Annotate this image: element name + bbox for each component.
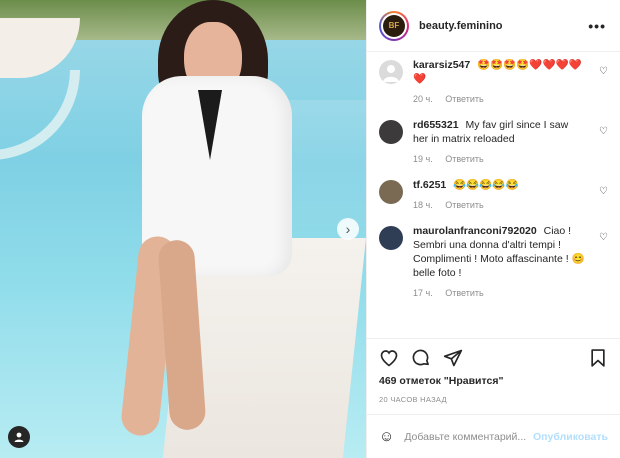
comment-username[interactable]: maurolanfranconi792020: [413, 225, 537, 237]
share-icon[interactable]: [443, 348, 463, 368]
next-photo-button[interactable]: ›: [337, 218, 359, 240]
comment-icon[interactable]: [411, 348, 431, 368]
commenter-avatar[interactable]: [379, 180, 403, 204]
comment-meta: 20 ч. Ответить: [413, 94, 586, 104]
more-horizontal-icon[interactable]: •••: [588, 18, 606, 34]
comment-item: tf.6251 😂😂😂😂😂 18 ч. Ответить ♡: [379, 178, 608, 210]
heart-icon[interactable]: [379, 348, 399, 368]
comment-text-container: kararsiz547 🤩🤩🤩🤩❤️❤️❤️❤️❤️: [413, 58, 586, 86]
comment-reply-button[interactable]: Ответить: [445, 200, 483, 210]
comment-time[interactable]: 18 ч.: [413, 200, 433, 210]
comment-text: 😂😂😂😂😂: [453, 179, 519, 191]
comment-reply-button[interactable]: Ответить: [445, 288, 483, 298]
tagged-users-button[interactable]: [8, 426, 30, 448]
account-avatar-image: BF: [383, 14, 405, 37]
publish-button[interactable]: Опубликовать: [533, 431, 608, 443]
comment-reply-button[interactable]: Ответить: [445, 94, 483, 104]
comment-username[interactable]: rd655321: [413, 119, 459, 131]
comment-text-container: rd655321 My fav girl since I saw her in …: [413, 118, 586, 146]
heart-icon[interactable]: ♡: [599, 232, 608, 243]
commenter-avatar[interactable]: [379, 226, 403, 250]
account-name[interactable]: beauty.feminino: [419, 20, 588, 32]
chevron-right-icon: ›: [345, 221, 351, 237]
add-comment-bar: ☺ Опубликовать: [367, 414, 620, 458]
post-header: BF beauty.feminino •••: [367, 0, 620, 52]
comment-item: maurolanfranconi792020 Ciao ! Sembri una…: [379, 224, 608, 298]
instagram-post: › BF beauty.feminino ••• kararsiz547 🤩🤩🤩…: [0, 0, 620, 458]
heart-icon[interactable]: ♡: [599, 126, 608, 137]
comment-time[interactable]: 19 ч.: [413, 154, 433, 164]
comment-meta: 18 ч. Ответить: [413, 200, 586, 210]
post-photo[interactable]: ›: [0, 0, 366, 458]
comment-text-container: tf.6251 😂😂😂😂😂: [413, 178, 586, 192]
comment-username[interactable]: kararsiz547: [413, 59, 470, 71]
comment-time[interactable]: 17 ч.: [413, 288, 433, 298]
heart-icon[interactable]: ♡: [599, 66, 608, 77]
comment-time[interactable]: 20 ч.: [413, 94, 433, 104]
commenter-avatar[interactable]: [379, 60, 403, 84]
user-icon: [14, 432, 24, 442]
comment-meta: 17 ч. Ответить: [413, 288, 586, 298]
action-icons-row: [379, 345, 608, 371]
post-time-ago[interactable]: 20 ЧАСОВ НАЗАД: [379, 395, 608, 404]
comment-reply-button[interactable]: Ответить: [445, 154, 483, 164]
comment-username[interactable]: tf.6251: [413, 179, 446, 191]
commenter-avatar[interactable]: [379, 120, 403, 144]
photo-water-reflection: [0, 70, 80, 160]
default-user-icon: [383, 65, 399, 82]
comment-item: rd655321 My fav girl since I saw her in …: [379, 118, 608, 164]
likes-count[interactable]: 469 отметок "Нравится": [379, 375, 608, 387]
comment-meta: 19 ч. Ответить: [413, 154, 586, 164]
emoji-icon[interactable]: ☺: [379, 428, 394, 445]
photo-woman-figure: [119, 0, 330, 458]
comment-input[interactable]: [404, 430, 534, 443]
comment-item: kararsiz547 🤩🤩🤩🤩❤️❤️❤️❤️❤️ 20 ч. Ответит…: [379, 58, 608, 104]
post-side-panel: BF beauty.feminino ••• kararsiz547 🤩🤩🤩🤩❤…: [366, 0, 620, 458]
comments-list[interactable]: kararsiz547 🤩🤩🤩🤩❤️❤️❤️❤️❤️ 20 ч. Ответит…: [367, 52, 620, 338]
bookmark-icon[interactable]: [588, 348, 608, 368]
comment-text-container: maurolanfranconi792020 Ciao ! Sembri una…: [413, 224, 586, 280]
heart-icon[interactable]: ♡: [599, 186, 608, 197]
post-actions: 469 отметок "Нравится" 20 ЧАСОВ НАЗАД: [367, 338, 620, 404]
photo-pool-edge: [0, 18, 80, 78]
account-avatar[interactable]: BF: [379, 10, 409, 41]
